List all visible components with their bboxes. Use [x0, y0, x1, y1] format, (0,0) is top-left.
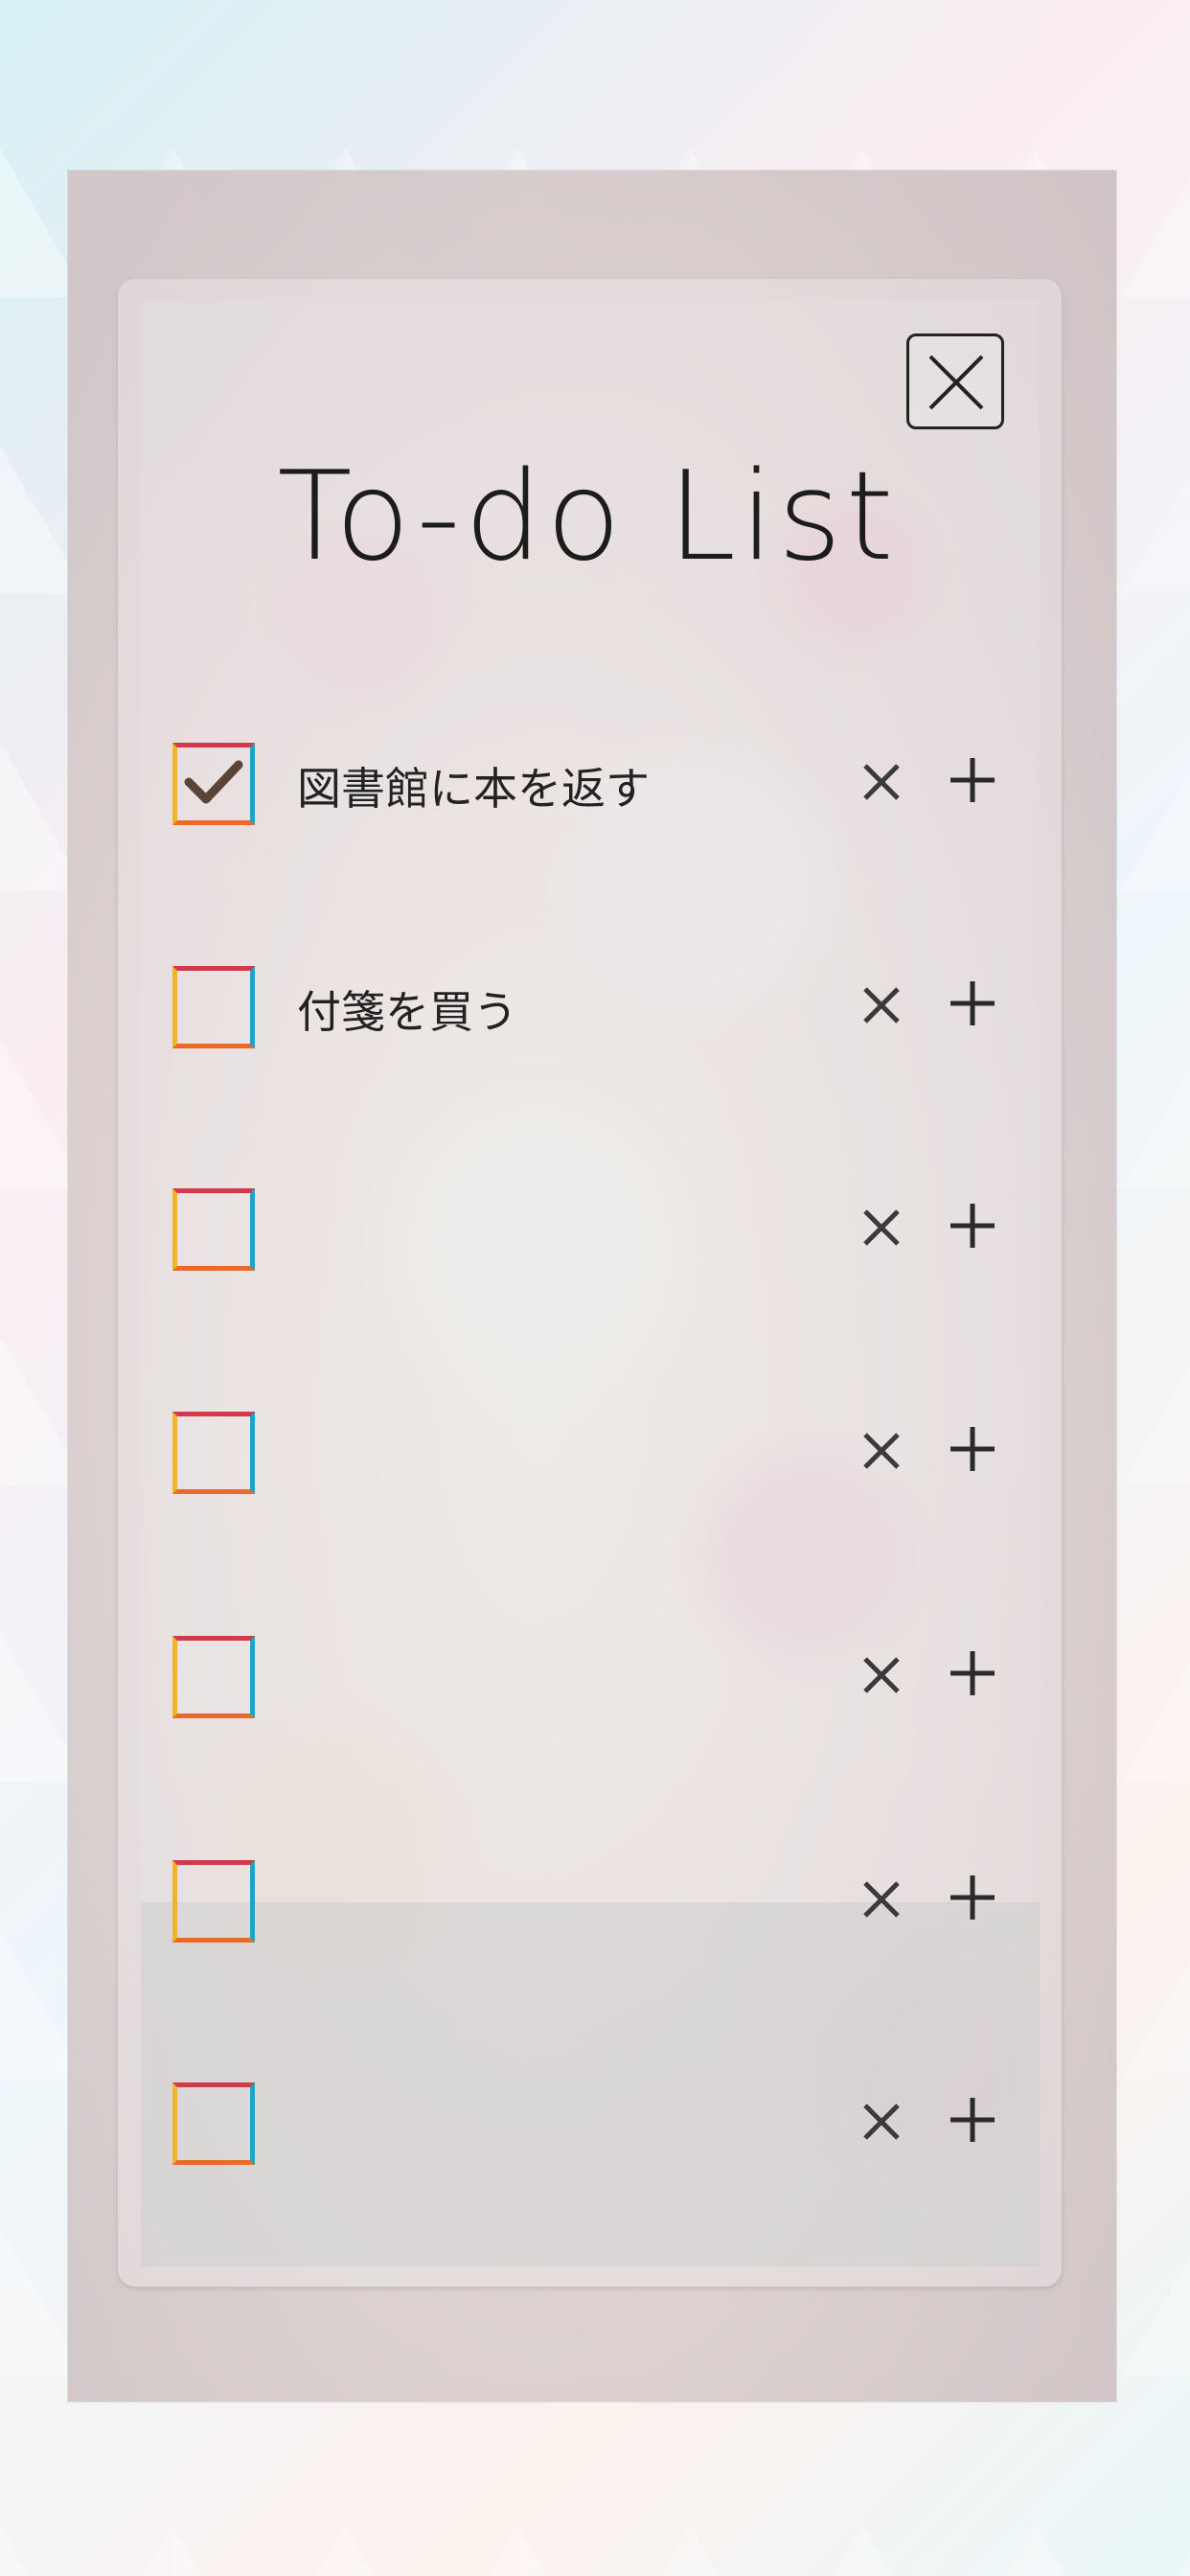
close-button[interactable] — [906, 334, 1004, 429]
add-item-button[interactable] — [939, 1640, 1006, 1707]
times-icon — [863, 1433, 900, 1469]
times-icon — [863, 987, 900, 1024]
delete-item-button[interactable] — [848, 970, 915, 1037]
add-item-button[interactable] — [939, 970, 1006, 1037]
plus-icon — [950, 1651, 995, 1695]
item-checkbox[interactable] — [172, 2082, 255, 2165]
item-checkbox[interactable] — [172, 743, 255, 825]
item-checkbox[interactable] — [172, 1636, 255, 1718]
checkmark-icon — [184, 760, 243, 804]
delete-item-button[interactable] — [848, 1640, 915, 1707]
add-item-button[interactable] — [939, 747, 1006, 814]
list-item: 付箋を買う — [0, 956, 1190, 1052]
times-icon — [863, 1209, 900, 1246]
list-item — [0, 2073, 1190, 2169]
list-item: 図書館に本を返す — [0, 733, 1190, 829]
list-item — [0, 1402, 1190, 1498]
plus-icon — [950, 981, 995, 1025]
plus-icon — [950, 1875, 995, 1920]
list-item — [0, 1179, 1190, 1275]
item-checkbox[interactable] — [172, 1412, 255, 1494]
plus-icon — [950, 1427, 995, 1471]
item-checkbox[interactable] — [172, 966, 255, 1048]
delete-item-button[interactable] — [848, 1864, 915, 1931]
add-item-button[interactable] — [939, 1192, 1006, 1259]
close-icon — [928, 355, 984, 410]
times-icon — [863, 1881, 900, 1918]
add-item-button[interactable] — [939, 1864, 1006, 1931]
delete-item-button[interactable] — [848, 1415, 915, 1483]
item-checkbox[interactable] — [172, 1860, 255, 1943]
page-title: To-do List — [277, 446, 898, 588]
add-item-button[interactable] — [939, 1415, 1006, 1483]
add-item-button[interactable] — [939, 2086, 1006, 2153]
times-icon — [863, 2104, 900, 2140]
delete-item-button[interactable] — [848, 2086, 915, 2153]
item-text[interactable]: 図書館に本を返す — [297, 758, 650, 819]
times-icon — [863, 1657, 900, 1693]
times-icon — [863, 764, 900, 800]
item-text[interactable]: 付箋を買う — [297, 981, 517, 1043]
delete-item-button[interactable] — [848, 747, 915, 814]
plus-icon — [950, 1204, 995, 1248]
item-checkbox[interactable] — [172, 1188, 255, 1271]
delete-item-button[interactable] — [848, 1192, 915, 1259]
plus-icon — [950, 2098, 995, 2142]
list-item — [0, 1851, 1190, 1946]
list-item — [0, 1626, 1190, 1722]
plus-icon — [950, 758, 995, 802]
